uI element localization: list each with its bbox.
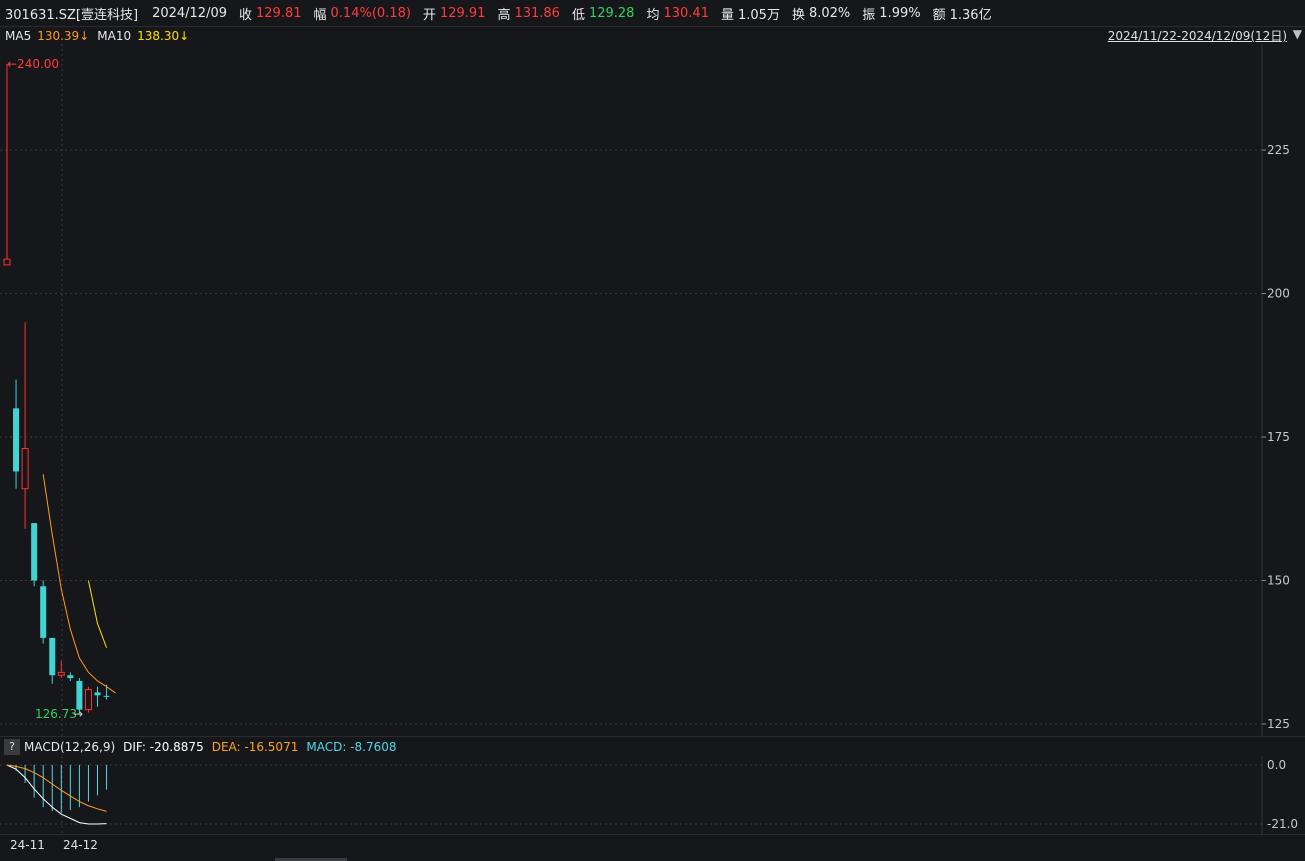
amount-label: 额 [932, 7, 946, 23]
y-tick-label: 175 [1267, 430, 1290, 444]
x-label-nov: 24-11 [10, 838, 45, 852]
candle-body [94, 692, 101, 696]
y-tick-label: 225 [1267, 143, 1290, 157]
ma5-value: 130.39↓ [37, 29, 90, 43]
open-value: 129.91 [439, 5, 486, 21]
change-label: 幅 [313, 7, 327, 23]
y-tick-label: 125 [1267, 717, 1290, 731]
candle-body [31, 523, 38, 581]
candle-body [67, 675, 74, 679]
change-value: 0.14%(0.18) [330, 5, 411, 21]
close-label: 收 [239, 7, 253, 23]
candlestick-chart[interactable]: 125 150 175 200 225 ←240.00 126.73→ [0, 44, 1305, 736]
close-value: 129.81 [256, 5, 302, 21]
amount-value: 1.36亿 [949, 7, 992, 23]
avg-value: 130.41 [663, 5, 709, 21]
candle-body [3, 258, 11, 266]
low-value: 129.28 [588, 5, 635, 21]
candle-body [13, 408, 20, 472]
ma10-line [87, 580, 108, 648]
macd-value: MACD: -8.7608 [306, 740, 397, 754]
macd-y-tick-label: -21.0 [1267, 817, 1298, 831]
candle-body [49, 637, 56, 676]
candle-body [21, 448, 29, 490]
macd-legend: ? MACD(12,26,9) DIF: -20.8875 DEA: -16.5… [0, 736, 1305, 757]
avg-label: 均 [646, 7, 660, 23]
macd-indicator-name[interactable]: MACD(12,26,9) [24, 740, 115, 754]
quote-date: 2024/12/09 [152, 5, 227, 21]
low-marker-arrow: → [73, 707, 83, 721]
chevron-down-icon[interactable]: ▼ [1293, 27, 1302, 41]
volume-value: 1.05万 [738, 7, 780, 23]
candle-body [84, 689, 92, 711]
turnover-value: 8.02% [808, 5, 851, 21]
y-tick-label: 200 [1267, 287, 1290, 301]
candle-body [57, 671, 65, 676]
turnover-label: 换 [791, 7, 805, 23]
macd-y-tick-label: 0.0 [1267, 758, 1286, 772]
dea-line [6, 764, 107, 812]
macd-chart[interactable]: 0.0 -21.0 [0, 756, 1305, 834]
ma5-label: MA5 [5, 29, 32, 43]
date-range-selector[interactable]: 2024/11/22-2024/12/09(12日) [1108, 27, 1287, 44]
dif-line [6, 764, 107, 825]
low-marker-label: 126.73 [35, 707, 77, 721]
stock-code: 301631.SZ[壹连科技] [5, 7, 139, 23]
candle-body [76, 680, 83, 710]
high-marker-label: ←240.00 [7, 57, 59, 71]
high-value: 131.86 [514, 5, 560, 21]
dif-value: DIF: -20.8875 [123, 740, 204, 754]
candle-body [40, 586, 47, 638]
dea-value: DEA: -16.5071 [211, 740, 299, 754]
quote-header: 301631.SZ[壹连科技] 2024/12/09 收 129.81 幅 0.… [0, 0, 1305, 26]
high-label: 高 [497, 7, 511, 23]
amplitude-label: 振 [862, 7, 876, 23]
ma10-value: 138.30↓ [137, 29, 190, 43]
time-axis: 24-11 24-12 [0, 834, 1305, 861]
amplitude-value: 1.99% [879, 5, 921, 21]
low-label: 低 [571, 7, 585, 23]
volume-label: 量 [720, 7, 734, 23]
ma10-label: MA10 [97, 29, 132, 43]
help-button[interactable]: ? [4, 739, 20, 755]
candle-body [103, 695, 110, 697]
open-label: 开 [422, 7, 436, 23]
y-tick-label: 150 [1267, 574, 1290, 588]
x-label-dec: 24-12 [63, 838, 98, 852]
